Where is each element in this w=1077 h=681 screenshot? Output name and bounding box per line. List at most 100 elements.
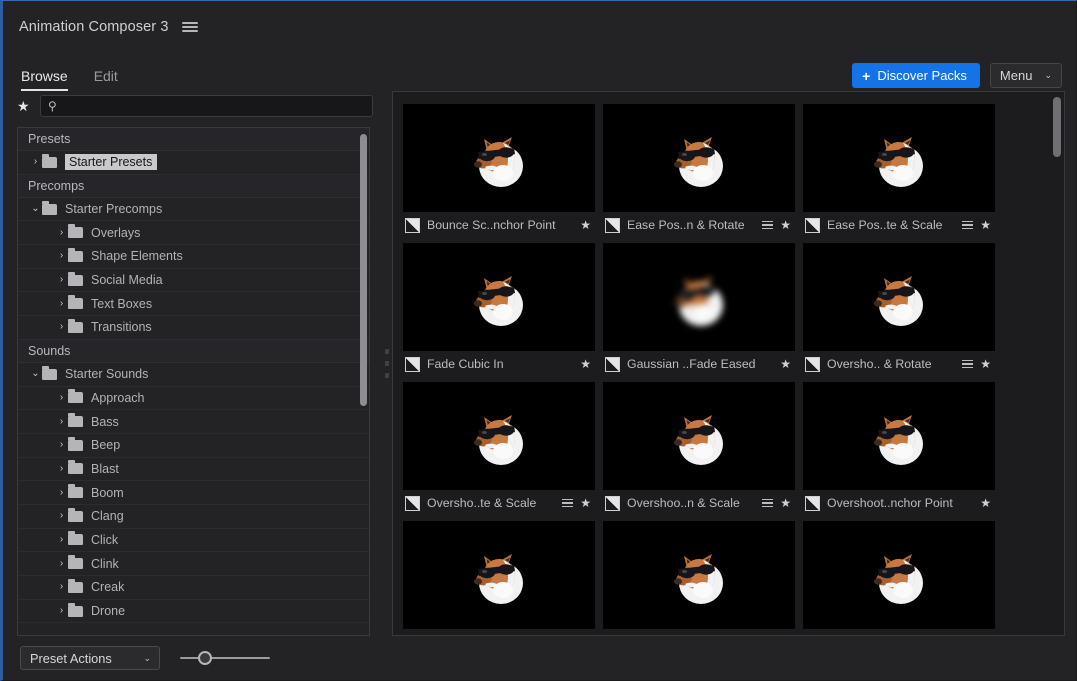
tree-node[interactable]: › Creak (18, 576, 369, 600)
chevron-right-icon[interactable]: › (55, 417, 68, 427)
preset-thumbnail[interactable] (803, 382, 995, 490)
preset-card[interactable]: Overshoot..nchor Point★ (803, 382, 995, 516)
search-icon: ⚲ (48, 100, 57, 112)
chevron-right-icon[interactable]: › (55, 488, 68, 498)
preset-menu-icon[interactable] (962, 221, 973, 229)
preset-thumbnail[interactable] (803, 243, 995, 351)
tree-node[interactable]: › Beep (18, 434, 369, 458)
tree-node[interactable]: ›Text Boxes (18, 292, 369, 316)
preset-star-icon[interactable]: ★ (580, 358, 591, 370)
tree-node[interactable]: ⌄Starter Precomps (18, 198, 369, 222)
chevron-right-icon[interactable]: › (55, 535, 68, 545)
tree-node[interactable]: ›Bass (18, 410, 369, 434)
chevron-right-icon[interactable]: › (55, 275, 68, 285)
preset-menu-icon[interactable] (962, 360, 973, 368)
preset-menu-icon[interactable] (562, 499, 573, 507)
tree-node[interactable]: ›Approach (18, 387, 369, 411)
tree-node[interactable]: › Starter Presets (18, 151, 369, 175)
preset-star-icon[interactable]: ★ (780, 358, 791, 370)
tree-node-label: Starter Presets (65, 154, 157, 170)
preset-card[interactable]: Fade Cubic In★ (403, 243, 595, 377)
preset-thumbnail[interactable] (403, 104, 595, 212)
preset-thumbnail[interactable] (403, 382, 595, 490)
preset-thumbnail[interactable] (403, 243, 595, 351)
preset-thumbnail[interactable] (603, 521, 795, 629)
tree-node[interactable]: ›Shape Elements (18, 245, 369, 269)
preset-card[interactable]: Bounce Sc..nchor Point★ (403, 104, 595, 238)
tree-node[interactable]: ›Clang (18, 505, 369, 529)
preset-star-icon[interactable]: ★ (980, 358, 991, 370)
preset-thumbnail[interactable] (603, 243, 795, 351)
zoom-slider-knob[interactable] (198, 651, 212, 665)
preset-card[interactable]: Ease Pos..te & Scale ★ (803, 104, 995, 238)
chevron-right-icon[interactable]: › (55, 582, 68, 592)
tree-node-label: Transitions (91, 320, 152, 334)
tree-node[interactable]: ›Boom (18, 481, 369, 505)
preset-star-icon[interactable]: ★ (780, 219, 791, 231)
preset-card[interactable]: Overshoo..n & Scale★ (603, 382, 795, 516)
preset-star-icon[interactable]: ★ (980, 219, 991, 231)
tree-node[interactable]: ›Click (18, 529, 369, 553)
preset-card[interactable]: Ease Pos..n & Rotate★ (603, 104, 795, 238)
tree-node[interactable]: ›Clink (18, 552, 369, 576)
discover-packs-button[interactable]: + Discover Packs (852, 63, 980, 88)
tree-node[interactable]: ›Overlays (18, 221, 369, 245)
chevron-right-icon[interactable]: › (55, 440, 68, 450)
panel-splitter[interactable] (381, 91, 392, 636)
search-input[interactable] (62, 99, 365, 113)
preset-menu-icon[interactable] (762, 221, 773, 229)
folder-icon (68, 558, 83, 569)
preset-star-icon[interactable]: ★ (780, 497, 791, 509)
tab-edit[interactable]: Edit (94, 68, 118, 91)
chevron-down-icon[interactable]: ⌄ (29, 369, 42, 379)
chevron-down-icon[interactable]: ⌄ (29, 204, 42, 214)
hamburger-icon[interactable] (182, 20, 198, 34)
preset-grid-scrollbar[interactable] (1053, 97, 1061, 157)
folder-tree-scrollbar[interactable] (360, 134, 367, 406)
preset-star-icon[interactable]: ★ (580, 219, 591, 231)
tree-node[interactable]: ›Drone (18, 600, 369, 624)
folder-icon (68, 582, 83, 593)
tree-node-label: Creak (91, 580, 124, 594)
favorites-star-icon[interactable]: ★ (17, 99, 30, 113)
preset-card[interactable]: Oversho..te & Scale★ (403, 382, 595, 516)
chevron-right-icon[interactable]: › (55, 322, 68, 332)
tree-node[interactable]: ›Social Media (18, 269, 369, 293)
preset-card[interactable] (803, 521, 995, 629)
chevron-right-icon[interactable]: › (29, 157, 42, 167)
chevron-right-icon[interactable]: › (55, 511, 68, 521)
search-box[interactable]: ⚲ (40, 95, 373, 117)
tab-browse[interactable]: Browse (21, 68, 68, 91)
zoom-slider[interactable] (180, 650, 270, 666)
chevron-right-icon[interactable]: › (55, 299, 68, 309)
chevron-right-icon[interactable]: › (55, 559, 68, 569)
preset-card[interactable]: Gaussian ..Fade Eased ★ (603, 243, 795, 377)
preset-thumbnail[interactable] (803, 104, 995, 212)
preset-card[interactable]: Oversho.. & Rotate★ (803, 243, 995, 377)
preset-menu-icon[interactable] (762, 499, 773, 507)
preset-type-icon (405, 357, 420, 372)
preset-actions-select[interactable]: Preset Actions ⌄ (20, 646, 160, 670)
tree-node[interactable]: ⌄Starter Sounds (18, 363, 369, 387)
menu-button[interactable]: Menu ⌄ (990, 63, 1062, 88)
chevron-right-icon[interactable]: › (55, 393, 68, 403)
preset-card[interactable] (403, 521, 595, 629)
tree-node[interactable]: ›Blast (18, 458, 369, 482)
chevron-right-icon[interactable]: › (55, 228, 68, 238)
chevron-right-icon[interactable]: › (55, 606, 68, 616)
chevron-right-icon[interactable]: › (55, 464, 68, 474)
preset-thumbnail[interactable] (803, 521, 995, 629)
preset-name: Gaussian ..Fade Eased (627, 357, 773, 371)
preset-card[interactable] (603, 521, 795, 629)
preset-thumbnail[interactable] (603, 104, 795, 212)
preset-thumbnail[interactable] (403, 521, 595, 629)
preset-star-icon[interactable]: ★ (580, 497, 591, 509)
chevron-right-icon[interactable]: › (55, 251, 68, 261)
preset-star-icon[interactable]: ★ (980, 497, 991, 509)
tree-node-label: Beep (91, 438, 120, 452)
preset-name: Ease Pos..te & Scale (827, 218, 955, 232)
preset-caption: Overshoot..nchor Point★ (803, 490, 995, 516)
tree-node[interactable]: › Transitions (18, 316, 369, 340)
preset-thumbnail[interactable] (603, 382, 795, 490)
plus-icon: + (862, 69, 870, 83)
